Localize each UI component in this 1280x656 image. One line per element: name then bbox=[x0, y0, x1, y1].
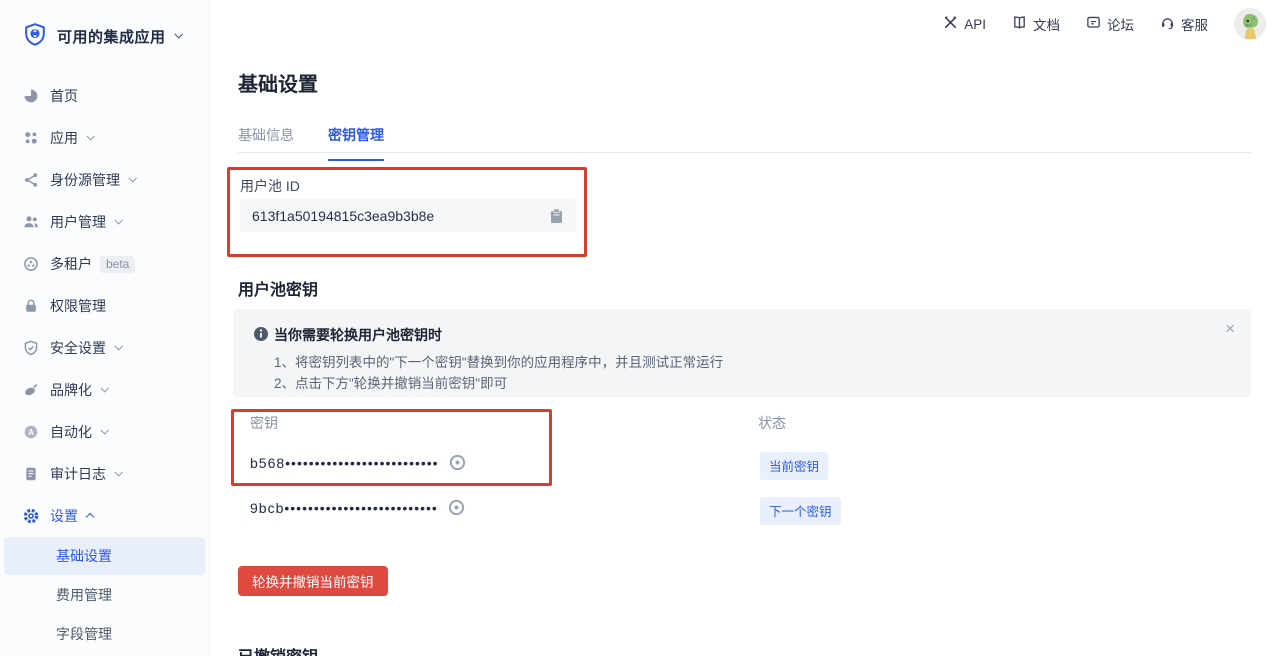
sidebar-item-branding[interactable]: 品牌化 bbox=[0, 369, 209, 411]
forum-icon bbox=[1086, 15, 1101, 33]
column-header-key: 密钥 bbox=[250, 413, 278, 433]
home-icon bbox=[22, 88, 39, 105]
api-link[interactable]: API bbox=[943, 15, 986, 33]
userpool-id-value: 613f1a50194815c3ea9b3b8e bbox=[252, 208, 549, 224]
support-icon bbox=[1160, 15, 1175, 33]
sidebar-item-apps[interactable]: 应用 bbox=[0, 117, 209, 159]
secret-row-next: 9bcb•••••••••••••••••••••••••• bbox=[250, 499, 465, 516]
main-content: API 文档 论坛 客服 基础设置 基础信息 密钥管理 用户池 ID 613f1… bbox=[210, 0, 1280, 656]
workspace-name: 可用的集成应用 bbox=[57, 26, 166, 47]
sidebar-item-permissions[interactable]: 权限管理 bbox=[0, 285, 209, 327]
chevron-down-icon bbox=[174, 30, 182, 38]
notice-title: 当你需要轮换用户池密钥时 bbox=[274, 325, 442, 345]
brush-icon bbox=[22, 382, 39, 399]
column-header-status: 状态 bbox=[758, 413, 786, 433]
chevron-down-icon bbox=[114, 468, 122, 476]
rotate-notice-banner: 当你需要轮换用户池密钥时 1、将密钥列表中的"下一个密钥"替换到你的应用程序中，… bbox=[233, 309, 1251, 397]
sidebar-subitem-billing[interactable]: 费用管理 bbox=[0, 575, 209, 614]
sidebar: 可用的集成应用 首页 应用 身份源管理 用户管理 多租户 beta bbox=[0, 0, 210, 656]
svg-text:A: A bbox=[28, 428, 34, 437]
sidebar-subitem-basic-settings[interactable]: 基础设置 bbox=[4, 537, 205, 575]
sidebar-subitem-fields[interactable]: 字段管理 bbox=[0, 614, 209, 653]
info-icon bbox=[253, 326, 269, 345]
masked-secret: 9bcb•••••••••••••••••••••••••• bbox=[250, 500, 438, 516]
userpool-id-field[interactable]: 613f1a50194815c3ea9b3b8e bbox=[240, 199, 576, 232]
rotate-revoke-button[interactable]: 轮换并撤销当前密钥 bbox=[238, 566, 388, 596]
secret-row-current: b568•••••••••••••••••••••••••• bbox=[250, 454, 466, 471]
shield-check-icon bbox=[22, 340, 39, 357]
lock-icon bbox=[22, 298, 39, 315]
sidebar-item-multi-tenant[interactable]: 多租户 beta bbox=[0, 243, 209, 285]
tab-basic-info[interactable]: 基础信息 bbox=[238, 125, 294, 161]
sidebar-item-user-management[interactable]: 用户管理 bbox=[0, 201, 209, 243]
userpool-id-label: 用户池 ID bbox=[240, 176, 300, 196]
sidebar-item-automation[interactable]: A 自动化 bbox=[0, 411, 209, 453]
copy-icon[interactable] bbox=[549, 208, 564, 224]
doc-icon bbox=[1012, 15, 1027, 33]
eye-icon[interactable] bbox=[449, 454, 466, 471]
beta-badge: beta bbox=[100, 256, 135, 273]
audit-icon bbox=[22, 466, 39, 483]
gear-icon bbox=[22, 508, 39, 525]
apps-icon bbox=[22, 130, 39, 147]
forum-link[interactable]: 论坛 bbox=[1086, 14, 1134, 34]
notice-step-1: 1、将密钥列表中的"下一个密钥"替换到你的应用程序中，并且测试正常运行 bbox=[274, 351, 723, 371]
docs-link[interactable]: 文档 bbox=[1012, 14, 1060, 34]
workspace-switcher[interactable]: 可用的集成应用 bbox=[0, 0, 209, 51]
status-badge-current: 当前密钥 bbox=[760, 452, 828, 480]
masked-secret: b568•••••••••••••••••••••••••• bbox=[250, 455, 439, 471]
tab-divider bbox=[238, 152, 1251, 153]
close-icon[interactable]: × bbox=[1225, 319, 1235, 339]
users-icon bbox=[22, 214, 39, 231]
chevron-down-icon bbox=[128, 174, 136, 182]
sidebar-item-identity-sources[interactable]: 身份源管理 bbox=[0, 159, 209, 201]
support-link[interactable]: 客服 bbox=[1160, 14, 1208, 34]
eye-icon[interactable] bbox=[448, 499, 465, 516]
page-title: 基础设置 bbox=[238, 68, 318, 97]
sidebar-item-audit-log[interactable]: 审计日志 bbox=[0, 453, 209, 495]
tabs: 基础信息 密钥管理 bbox=[238, 125, 384, 161]
user-avatar[interactable] bbox=[1234, 8, 1266, 40]
sidebar-item-settings[interactable]: 设置 bbox=[0, 495, 209, 537]
chevron-down-icon bbox=[114, 342, 122, 350]
sidebar-nav: 首页 应用 身份源管理 用户管理 多租户 beta 权限管理 安全设置 bbox=[0, 75, 209, 653]
chevron-down-icon bbox=[100, 384, 108, 392]
tenant-icon bbox=[22, 256, 39, 273]
identity-icon bbox=[22, 172, 39, 189]
userpool-secret-title: 用户池密钥 bbox=[238, 276, 318, 300]
tab-key-management[interactable]: 密钥管理 bbox=[328, 125, 384, 161]
sidebar-item-home[interactable]: 首页 bbox=[0, 75, 209, 117]
top-header-links: API 文档 论坛 客服 bbox=[943, 8, 1266, 40]
chevron-down-icon bbox=[86, 132, 94, 140]
automation-icon: A bbox=[22, 424, 39, 441]
api-icon bbox=[943, 15, 958, 33]
notice-step-2: 2、点击下方"轮换并撤销当前密钥"即可 bbox=[274, 372, 507, 392]
chevron-down-icon bbox=[100, 426, 108, 434]
status-badge-next: 下一个密钥 bbox=[760, 497, 841, 525]
sidebar-item-security-settings[interactable]: 安全设置 bbox=[0, 327, 209, 369]
chevron-down-icon bbox=[114, 216, 122, 224]
chevron-up-icon bbox=[86, 513, 94, 521]
revoked-keys-title: 已撤销密钥 bbox=[238, 643, 318, 656]
shield-logo-icon bbox=[22, 22, 48, 51]
